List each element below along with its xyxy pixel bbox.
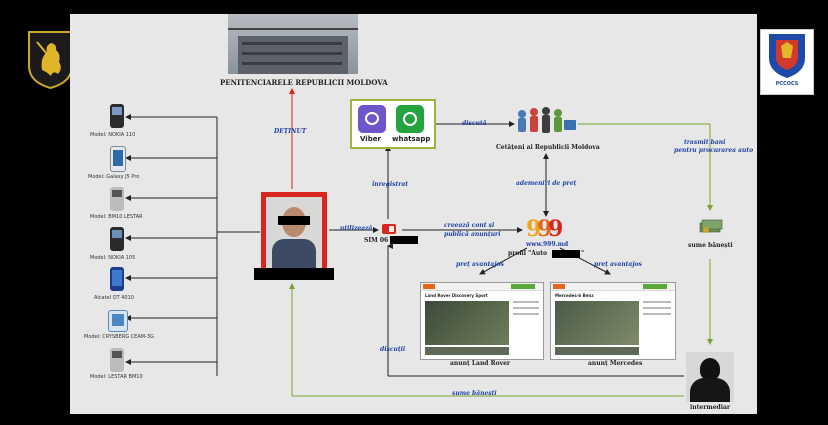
money-label: sume bănești: [688, 242, 733, 249]
profile-redaction: [552, 250, 580, 258]
phone-model-1: Model: NOKIA 110: [90, 132, 136, 138]
phone-1: [110, 104, 124, 128]
site-url: www.999.md: [526, 241, 569, 248]
messaging-apps-box: Viber whatsapp: [350, 99, 436, 149]
sim-card-icon: [382, 224, 396, 234]
mercedes-heading: Mercedes-b Benz: [555, 293, 594, 298]
phone-7: [110, 348, 124, 372]
phone-model-2: Model: Galaxy J5 Pro: [88, 174, 140, 180]
whatsapp-label: whatsapp: [392, 135, 431, 143]
prison-title: PENITENCIARELE REPUBLICII MOLDOVA: [220, 78, 388, 87]
citizens-group-icon: [514, 106, 578, 140]
sim-number-redaction: [390, 236, 418, 244]
whatsapp-icon: [396, 105, 424, 133]
link-ademeniri: ademeniri de preț: [516, 180, 577, 187]
money-icon: [698, 216, 724, 234]
viber-label: Viber: [360, 135, 381, 143]
police-shield-icon: [769, 34, 805, 78]
intermediary-photo: [686, 352, 734, 402]
site-profile-prefix: profil "Auto: [508, 250, 548, 257]
link-discuta: discută: [462, 120, 487, 127]
link-detinut: DEȚINUT: [274, 128, 307, 135]
right-emblem-label: PCCOCS: [775, 81, 799, 87]
ad-land-rover-screenshot: Land Rover Discovery Sport: [420, 282, 544, 360]
link-pret-avantajos-1: preț avantajos: [456, 261, 504, 268]
site-999-logo: 9 9 9: [526, 216, 566, 242]
ad-mercedes-label: anunț Mercedes: [588, 360, 643, 367]
prison-photo: [228, 14, 358, 74]
phone-2: [110, 146, 126, 172]
intermediary-label: intermediar: [690, 404, 731, 411]
phone-model-3: Model: BM10 LESTAR: [90, 214, 143, 220]
land-rover-heading: Land Rover Discovery Sport: [425, 293, 488, 298]
phone-model-6: Model: CRYSBERG CEAM-3G: [84, 334, 154, 340]
link-pret-avantajos-2: preț avantajos: [594, 261, 642, 268]
citizens-label: Cetățeni ai Republicii Moldova: [496, 144, 600, 151]
link-publica-anunturi: publică anunțuri: [444, 231, 501, 238]
999-logo-icon: 9 9 9: [526, 216, 563, 242]
link-inregistrat: înregistrat: [372, 181, 409, 188]
link-sume-banesti-bottom: sume bănești: [452, 390, 497, 397]
diagram-board: PENITENCIARELE REPUBLICII MOLDOVA DEȚINU…: [70, 14, 757, 414]
link-utilizeaza: utilizează: [340, 225, 373, 232]
viber-icon: [358, 105, 386, 133]
link-transmit-bani: trasmit bani: [684, 139, 726, 146]
lion-shield-icon: [28, 31, 73, 90]
phone-model-7: Model: LESTAR BM10: [90, 374, 143, 380]
ad-land-rover-label: anunț Land Rover: [450, 360, 511, 367]
phone-model-4: Model: NOKIA 105: [90, 255, 136, 261]
link-pentru-procurare: pentru procurarea auto: [674, 147, 754, 154]
site-profile-suffix: ": [581, 250, 585, 257]
name-redaction: [254, 268, 334, 280]
left-emblem: [27, 30, 74, 90]
ad-mercedes-screenshot: Mercedes-b Benz: [550, 282, 676, 360]
phone-3: [110, 187, 124, 211]
phone-6: [108, 310, 128, 332]
face-redaction: [278, 216, 310, 225]
svg-text:9: 9: [548, 216, 563, 240]
phone-model-5: Alcatel OT 4010: [94, 295, 134, 301]
prisoner-photo: [261, 192, 327, 274]
sim-label: SIM 06: [364, 237, 389, 244]
phone-4: [110, 227, 124, 251]
link-discutii: discuții: [380, 346, 406, 353]
link-creeaza-cont: creează cont și: [444, 222, 495, 229]
right-emblem: PCCOCS: [760, 29, 814, 95]
phone-5: [110, 267, 124, 291]
